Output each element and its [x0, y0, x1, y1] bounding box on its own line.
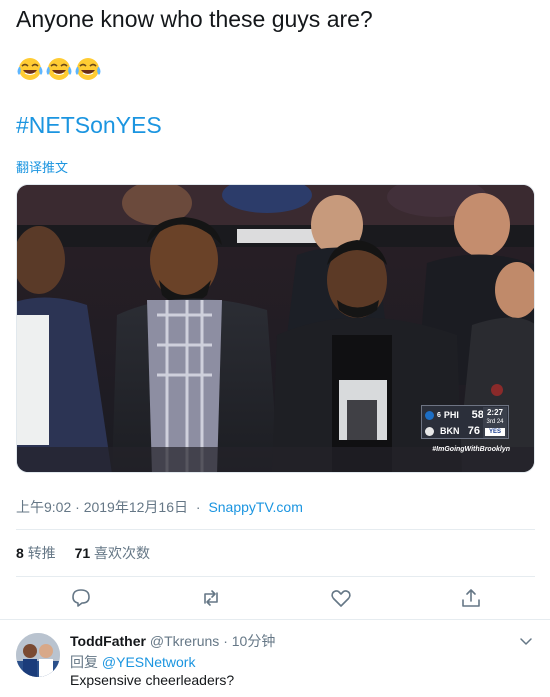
reply-author-handle[interactable]: @Tkreruns — [150, 633, 219, 649]
tears-of-joy-emoji-icon — [75, 58, 101, 80]
emoji-row — [16, 56, 102, 82]
replying-to-mention[interactable]: @YESNetwork — [102, 654, 196, 670]
scorebug-row-home: BKN 76 — [422, 423, 484, 439]
scorebug-clock-panel: 2:27 3rd 24 YES — [483, 407, 507, 438]
scorebug-seed: 6 — [437, 411, 441, 419]
reply-icon[interactable] — [69, 586, 93, 610]
tweet-actions — [0, 582, 550, 614]
replying-label: 回复 — [70, 654, 98, 670]
reply-tweet[interactable]: ToddFather @Tkreruns · 10分钟 回复 @YESNetwo… — [0, 621, 550, 697]
sixers-logo-icon — [425, 410, 434, 420]
tweet-media-video[interactable]: 6 PHI 58 BKN 76 2:27 3rd 24 YES #ImGoing… — [16, 184, 535, 473]
chevron-down-icon[interactable] — [518, 633, 534, 649]
tweet-stats: 8 转推 71 喜欢次数 — [16, 543, 165, 563]
avatar[interactable] — [16, 633, 60, 677]
divider — [16, 529, 535, 530]
timestamp-text[interactable]: 上午9:02 · 2019年12月16日 — [16, 499, 188, 515]
translate-tweet-link[interactable]: 翻译推文 — [16, 157, 68, 176]
reply-header: ToddFather @Tkreruns · 10分钟 — [70, 631, 275, 651]
scorebug-row-away: 6 PHI 58 — [422, 407, 484, 423]
divider — [16, 576, 535, 577]
source-link[interactable]: SnappyTV.com — [208, 499, 302, 515]
scorebug: 6 PHI 58 BKN 76 2:27 3rd 24 YES — [421, 405, 509, 439]
scorebug-score-home: 76 — [467, 425, 480, 437]
scorebug-team-home: BKN — [440, 426, 460, 436]
scorebug-score-away: 58 — [471, 409, 484, 421]
tears-of-joy-emoji-icon — [17, 58, 43, 80]
scorebug-team-away: PHI — [443, 410, 459, 420]
nets-logo-icon — [425, 426, 434, 436]
tweet-timestamp: 上午9:02 · 2019年12月16日 · SnappyTV.com — [16, 499, 303, 515]
game-clock: 2:27 — [486, 408, 503, 417]
reply-text: Expsensive cheerleaders? — [70, 672, 235, 688]
reply-time[interactable]: · 10分钟 — [223, 633, 275, 649]
game-quarter: 3rd 24 — [486, 419, 504, 425]
share-icon[interactable] — [459, 586, 483, 610]
tears-of-joy-emoji-icon — [46, 58, 72, 80]
hashtag-link[interactable]: #NETSonYES — [16, 110, 162, 140]
network-logo: YES — [485, 428, 505, 436]
scorebug-tagline: #ImGoingWithBrooklyn — [432, 446, 510, 453]
tweet-text: Anyone know who these guys are? — [16, 6, 373, 32]
avatar-image — [16, 633, 60, 677]
retweets-stat[interactable]: 8 转推 — [16, 543, 56, 563]
likes-stat[interactable]: 71 喜欢次数 — [75, 543, 150, 563]
replying-to: 回复 @YESNetwork — [70, 652, 195, 672]
like-icon[interactable] — [329, 586, 353, 610]
retweet-icon[interactable] — [199, 586, 223, 610]
divider — [0, 619, 550, 620]
reply-author-name[interactable]: ToddFather — [70, 633, 146, 649]
